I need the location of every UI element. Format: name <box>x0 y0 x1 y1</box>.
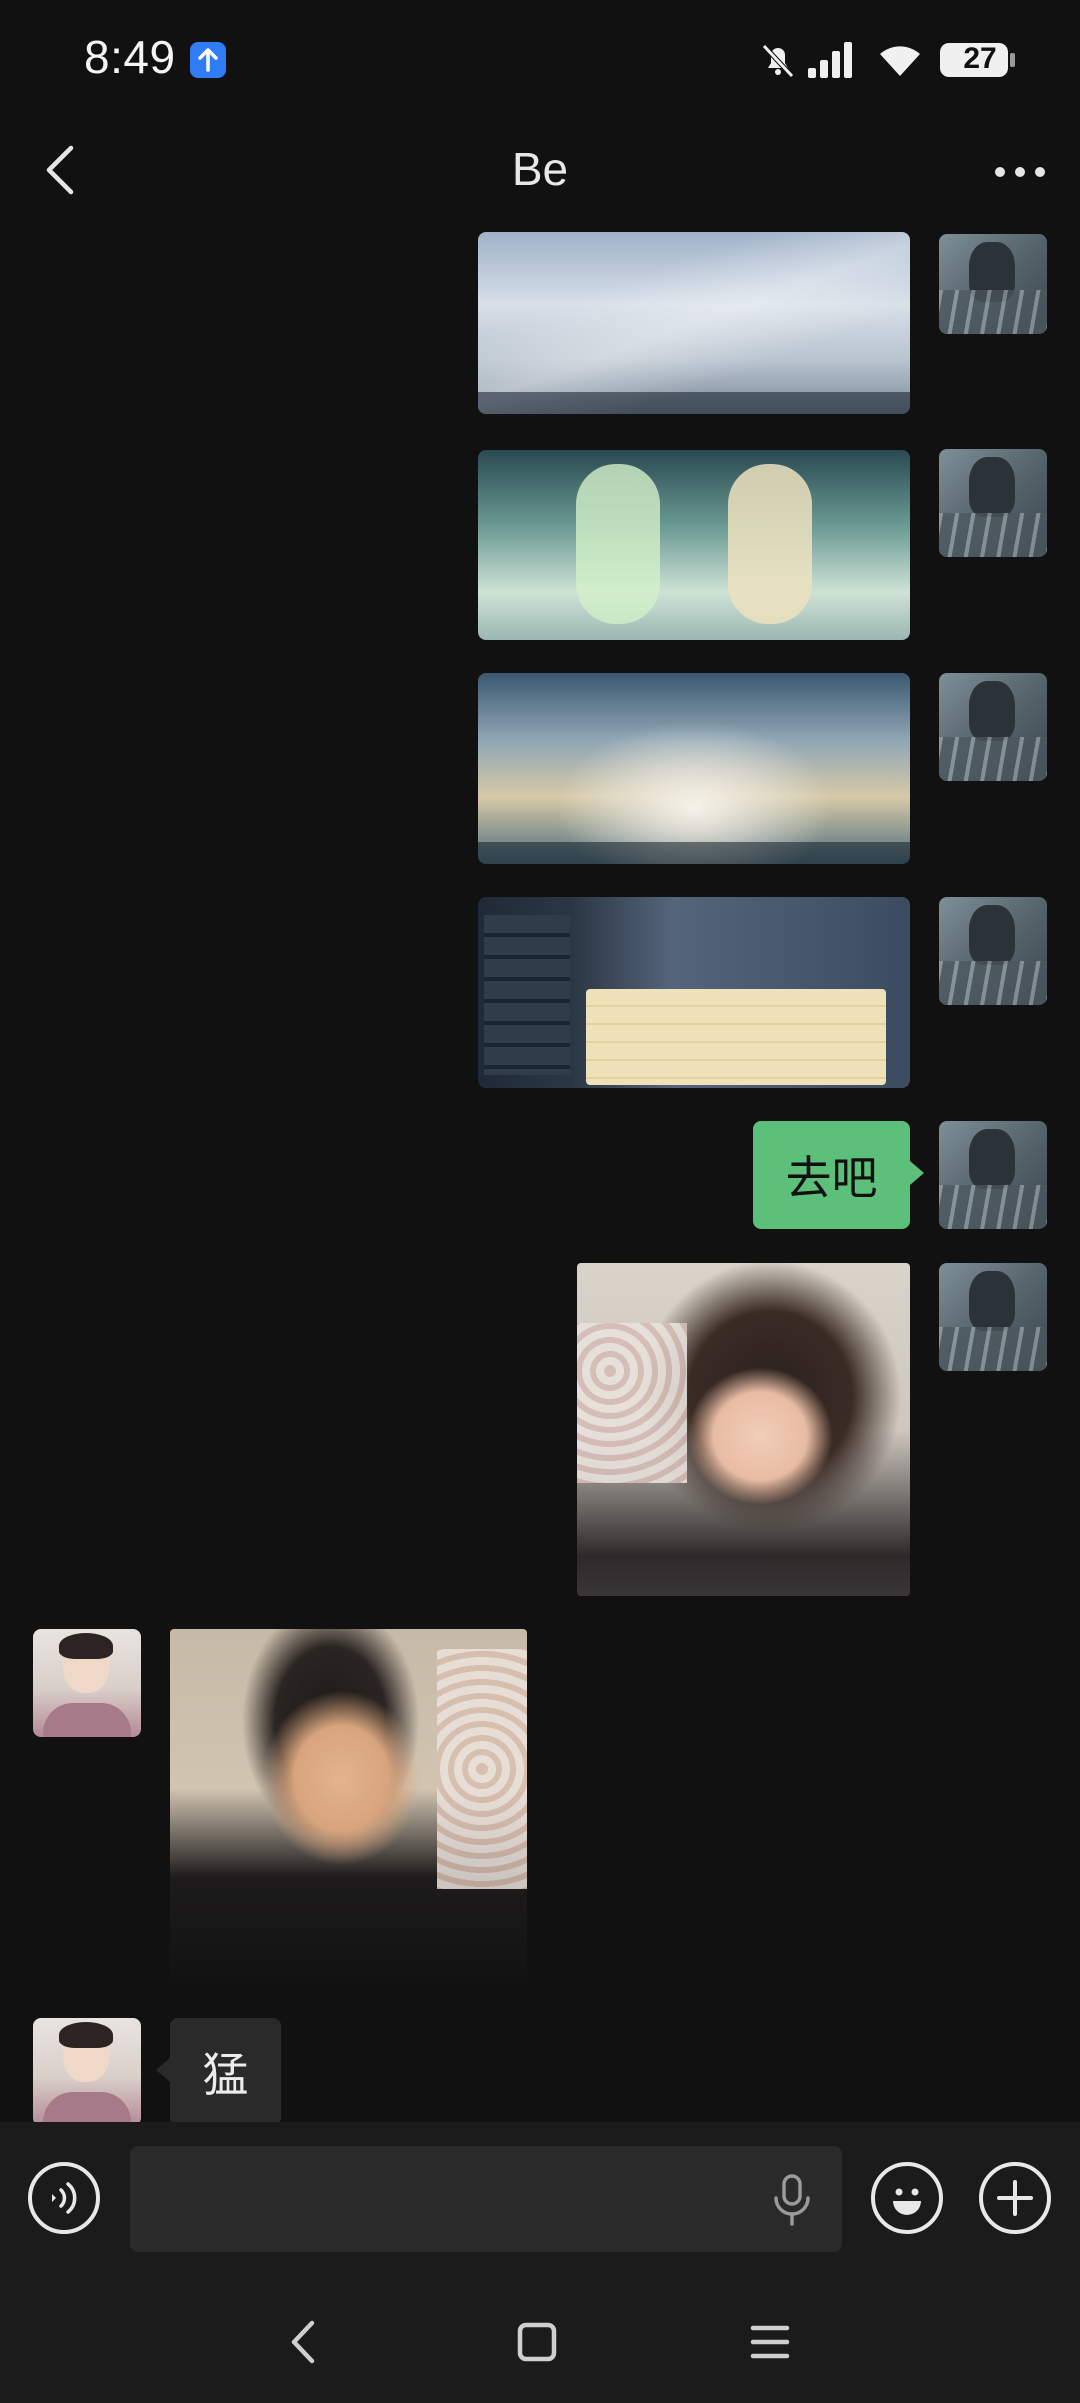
my-message-bubble[interactable]: 去吧 <box>753 1121 924 1229</box>
battery-level: 27 <box>963 42 997 75</box>
microphone-icon[interactable] <box>772 2174 812 2226</box>
message-text: 去吧 <box>785 1152 878 1204</box>
friend-message-bubble[interactable]: 猛 <box>156 2018 281 2122</box>
my-avatar[interactable] <box>939 1263 1047 1371</box>
nav-menu-button[interactable] <box>730 2302 810 2382</box>
my-avatar[interactable] <box>939 1121 1047 1229</box>
status-bar: 8:49 27 <box>0 0 1080 120</box>
my-avatar[interactable] <box>939 673 1047 781</box>
man-sticker-image[interactable] <box>170 1629 527 1984</box>
voice-icon <box>52 2182 77 2214</box>
emoji-button[interactable] <box>871 2162 943 2234</box>
girl-sticker-image[interactable] <box>577 1263 910 1596</box>
message-list[interactable]: 去吧 猛 <box>0 232 1080 2122</box>
more-button[interactable] <box>990 154 1050 190</box>
nav-back-button[interactable] <box>263 2302 343 2382</box>
game-screenshot-image[interactable] <box>478 450 910 640</box>
input-bar <box>0 2122 1080 2274</box>
wifi-icon <box>880 46 920 76</box>
chat-title: Be <box>511 143 569 195</box>
game-screenshot-image[interactable] <box>478 897 910 1088</box>
friend-avatar[interactable] <box>33 2018 141 2122</box>
emoji-icon <box>893 2188 921 2215</box>
nav-home-button[interactable] <box>497 2302 577 2382</box>
nav-menu-icon <box>750 2325 790 2359</box>
system-nav-bar <box>0 2274 1080 2403</box>
signal-icon <box>808 42 852 78</box>
game-screenshot-image[interactable] <box>478 232 910 414</box>
my-avatar[interactable] <box>939 234 1047 334</box>
more-dots-icon <box>995 167 1045 177</box>
status-icons: 27 <box>680 0 1080 120</box>
plus-icon <box>997 2180 1033 2216</box>
game-screenshot-image[interactable] <box>478 673 910 864</box>
mute-bell-icon <box>762 44 794 78</box>
message-input[interactable] <box>130 2146 842 2252</box>
status-time: 8:49 <box>84 31 176 83</box>
location-upload-icon <box>190 42 226 78</box>
plus-button[interactable] <box>979 2162 1051 2234</box>
nav-home-icon <box>517 2322 557 2362</box>
chat-header: Be <box>0 120 1080 230</box>
message-text: 猛 <box>202 2049 249 2101</box>
friend-avatar[interactable] <box>33 1629 141 1737</box>
my-avatar[interactable] <box>939 897 1047 1005</box>
voice-button[interactable] <box>28 2162 100 2234</box>
my-avatar[interactable] <box>939 449 1047 557</box>
nav-back-icon <box>291 2320 315 2364</box>
